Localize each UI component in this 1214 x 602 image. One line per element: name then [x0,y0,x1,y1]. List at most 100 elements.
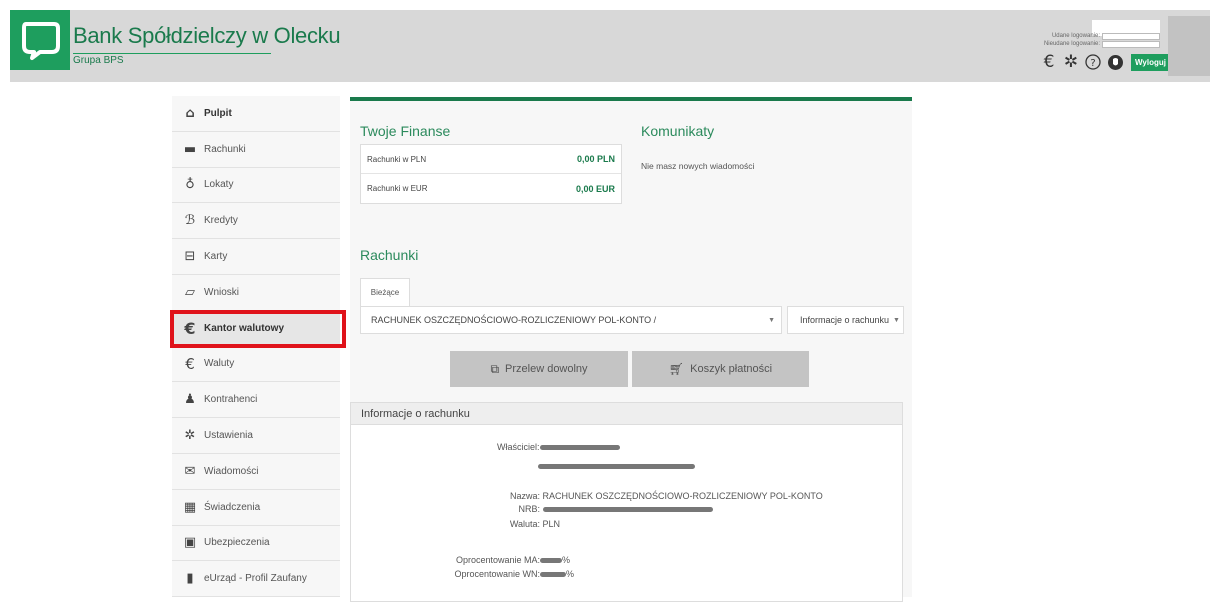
wallet-icon: ▬ [183,141,197,157]
logout-button[interactable]: Wyloguj [1131,53,1170,71]
account-select[interactable]: RACHUNEK OSZCZĘDNOŚCIOWO-ROZLICZENIOWY P… [360,306,782,334]
bank-logo-icon [22,22,60,60]
gear-icon: ✲ [184,428,196,444]
rate-wn-label: Oprocentowanie WN: [454,569,540,579]
document-icon: ▱ [185,284,195,300]
sidebar-item-rachunki[interactable]: ▬ Rachunki [172,131,340,168]
coins-hand-icon: ℬ [184,213,196,229]
nrb-label: NRB: [518,504,540,514]
accounts-title: Rachunki [360,247,419,263]
login-info: Udane logowanie: Nieudane logowanie: [1040,22,1160,48]
sidebar-item-swiadczenia[interactable]: ▦ Świadczenia [172,489,340,526]
finance-label: Rachunki w EUR [367,184,428,193]
owner-address-row [538,461,695,471]
sidebar-item-eurzad[interactable]: ▮ eUrząd - Profil Zaufany [172,561,340,598]
account-select-value: RACHUNEK OSZCZĘDNOŚCIOWO-ROZLICZENIOWY P… [371,315,657,325]
currency-value: PLN [542,519,561,529]
sidebar-item-label: Lokaty [204,179,234,191]
sidebar-item-kontrahenci[interactable]: ♟ Kontrahenci [172,382,340,419]
tab-biezace[interactable]: Bieżące [360,278,410,306]
owner-value-redacted [539,445,620,451]
finance-label: Rachunki w PLN [367,154,427,164]
avatar [1168,16,1210,76]
rate-wn-value-redacted [540,572,566,578]
rate-ma-label: Oprocentowanie MA: [455,555,540,565]
table-row[interactable]: Rachunki w EUR 0,00 EUR [361,174,621,203]
bank-group: Grupa BPS [73,55,124,66]
payment-basket-button[interactable]: 🛒︎ Koszyk płatności [632,351,809,387]
name-value: RACHUNEK OSZCZĘDNOŚCIOWO-ROZLICZENIOWY P… [542,491,823,501]
sidebar-item-wiadomosci[interactable]: ✉ Wiadomości [172,453,340,490]
sidebar-item-pulpit[interactable]: ⌂ Pulpit [172,96,340,132]
home-icon: ⌂ [185,105,195,121]
accessibility-icon[interactable] [1106,53,1124,71]
sidebar-item-lokaty[interactable]: ♁ Lokaty [172,167,340,204]
account-info-title: Informacje o rachunku [351,403,902,425]
calculator-icon: ▦ [183,499,197,515]
transfer-button-label: Przelew dowolny [505,363,588,375]
external-link-icon: ⧉ [490,361,500,376]
sidebar-item-ustawienia[interactable]: ✲ Ustawienia [172,418,340,454]
coins-icon: ♁ [185,177,195,193]
sidebar-item-kredyty[interactable]: ℬ Kredyty [172,203,340,240]
help-icon[interactable]: ? [1084,53,1102,71]
euro-icon: € [185,354,195,373]
sidebar-item-wnioski[interactable]: ▱ Wnioski [172,274,340,311]
name-label: Nazwa: [509,491,540,501]
sidebar-item-karty[interactable]: ⊟ Karty [172,239,340,275]
sidebar-item-label: Ustawienia [204,430,253,442]
sidebar-item-label: Kontrahenci [204,394,258,406]
percent-sign: % [566,569,575,579]
owner-label: Właściciel: [497,442,540,452]
building-icon: ▮ [186,571,194,587]
percent-sign: % [562,555,571,565]
currency-label: Waluta: [509,519,540,529]
header-toolbar: € ✲ ? Wyloguj [1040,52,1170,72]
name-row: Nazwa: RACHUNEK OSZCZĘDNOŚCIOWO-ROZLICZE… [498,491,823,501]
svg-text:?: ? [1090,58,1095,69]
sidebar-item-waluty[interactable]: € Waluty [172,346,340,383]
sidebar-item-label: eUrząd - Profil Zaufany [204,573,307,585]
table-row[interactable]: Rachunki w PLN 0,00 PLN [361,145,621,174]
owner-row: Właściciel: [497,442,620,452]
highlight-annotation [170,310,346,348]
nrb-row: NRB: [498,504,713,514]
account-info-panel: Informacje o rachunku Właściciel: Nazwa:… [350,402,903,602]
transfer-button[interactable]: ⧉ Przelew dowolny [450,351,628,387]
account-info-dropdown[interactable]: Informacje o rachunku ▼ [787,306,904,334]
login-success-label: Udane logowanie: [1051,33,1100,39]
nrb-value-redacted [542,507,713,513]
sidebar-item-label: Kredyty [204,215,238,227]
login-success-value [1102,32,1160,40]
gear-icon[interactable]: ✲ [1062,52,1080,72]
payment-basket-label: Koszyk płatności [690,363,773,375]
main-panel: Twoje Finanse Rachunki w PLN 0,00 PLN Ra… [350,97,912,602]
finance-value: 0,00 PLN [576,154,615,164]
sidebar-item-ubezpieczenia[interactable]: ▣ Ubezpieczenia [172,525,340,562]
top-header: Bank Spółdzielczy w Olecku Grupa BPS Uda… [10,10,1210,82]
messages-title: Komunikaty [641,123,715,139]
sidebar-item-label: Rachunki [204,143,246,155]
finance-value: 0,00 EUR [575,183,615,194]
sidebar-item-label: Karty [204,251,228,263]
bank-logo[interactable] [10,10,70,70]
finances-title: Twoje Finanse [360,123,451,139]
divider [73,53,271,54]
chevron-down-icon: ▼ [768,316,775,324]
sidebar-item-label: Ubezpieczenia [204,537,270,549]
sidebar-item-label: Wiadomości [204,465,259,477]
login-failed-label: Nieudane logowanie: [1043,41,1100,47]
cart-icon: 🛒︎ [668,362,685,376]
finances-table: Rachunki w PLN 0,00 PLN Rachunki w EUR 0… [360,144,622,204]
rate-ma-row: Oprocentowanie MA:% [444,555,570,565]
sidebar-item-label: Świadczenia [204,501,261,513]
user-icon: ♟ [184,392,196,408]
insurance-icon: ▣ [183,535,197,551]
sidebar-item-label: Pulpit [204,107,232,119]
owner-address-redacted [538,464,695,470]
bank-name: Bank Spółdzielczy w Olecku [73,23,341,48]
chevron-down-icon: ▼ [893,316,900,324]
currency-row: Waluta: PLN [498,519,560,529]
euro-icon[interactable]: € [1040,52,1058,72]
login-failed-value [1102,40,1160,48]
